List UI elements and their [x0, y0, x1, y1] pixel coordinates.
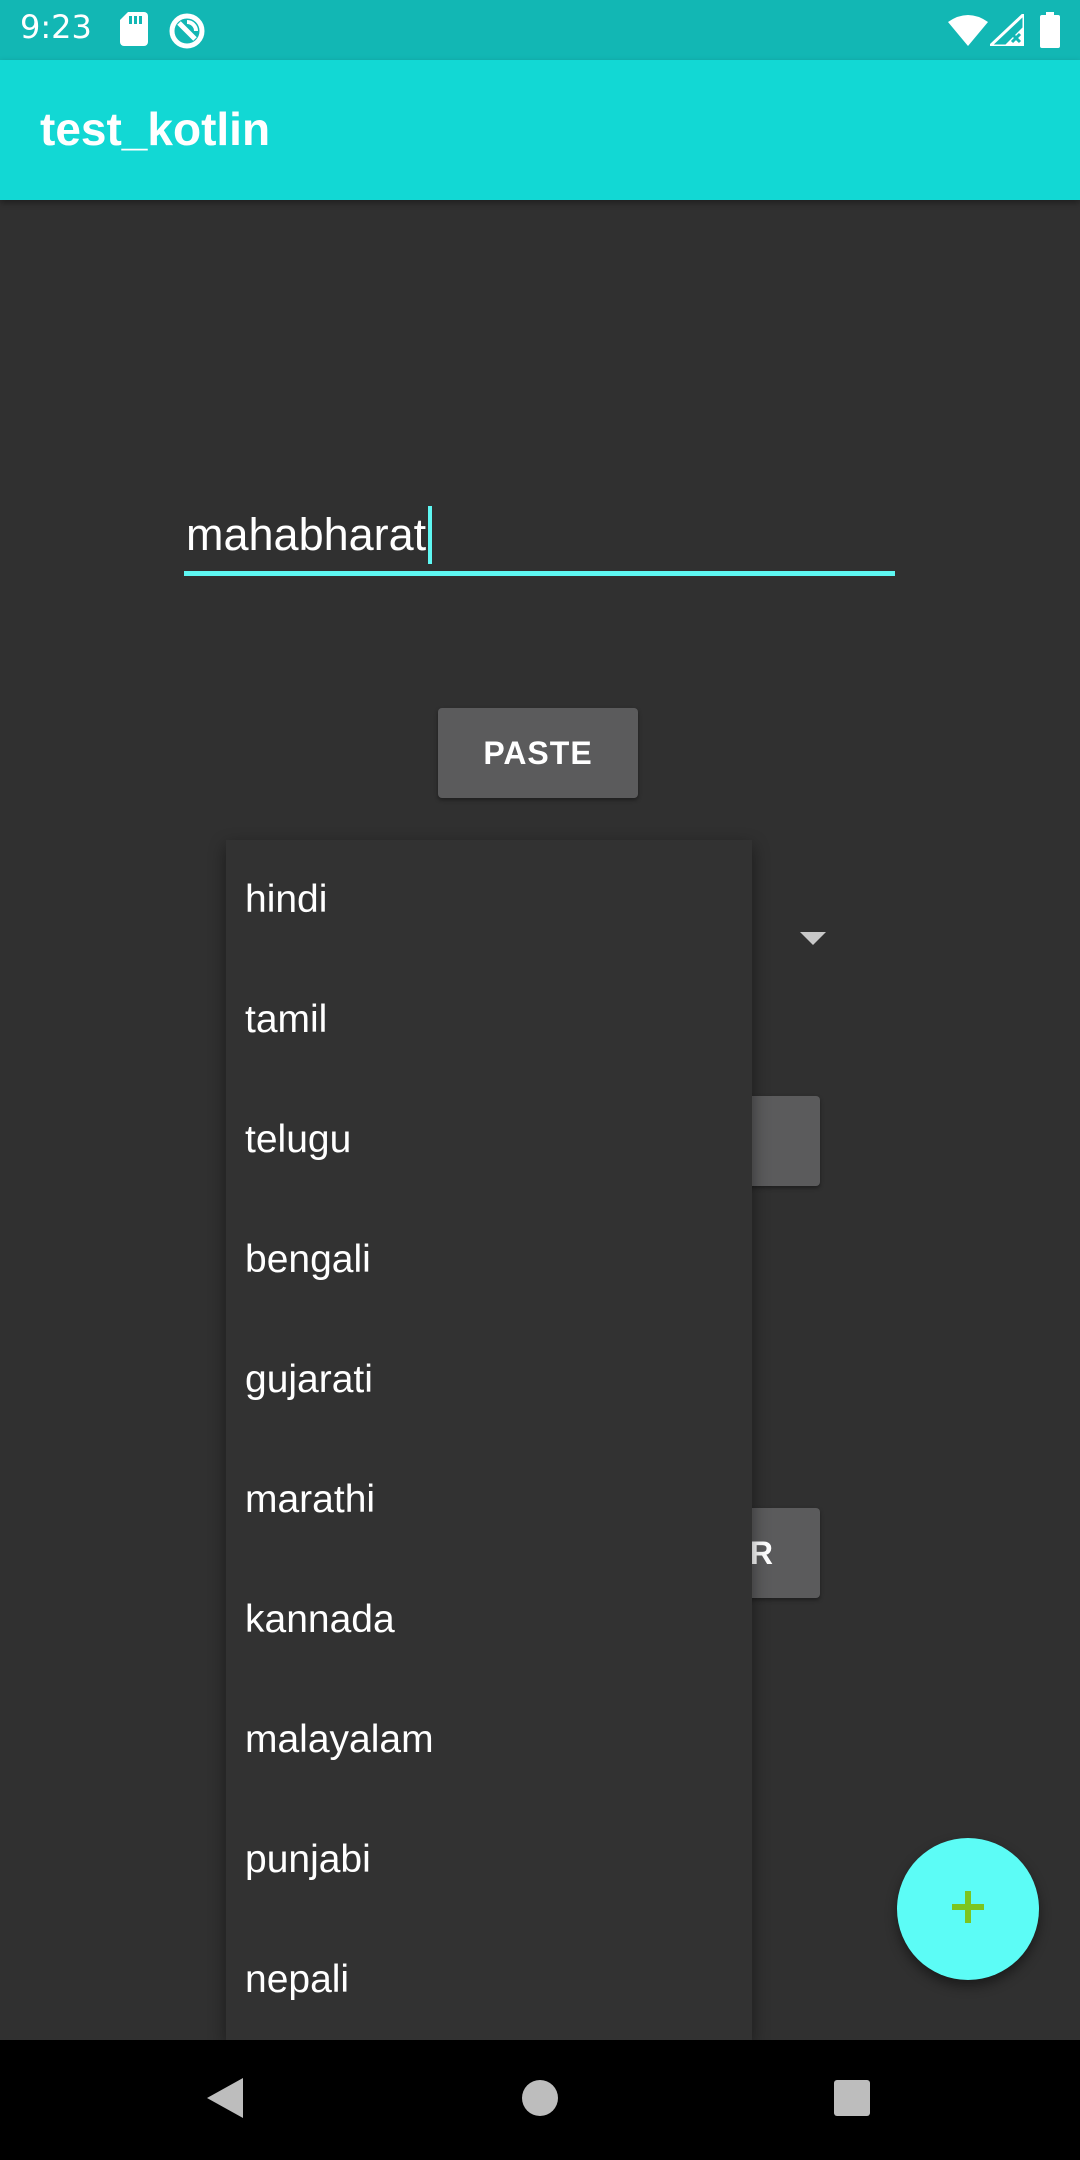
dropdown-item-kannada[interactable]: kannada [226, 1560, 752, 1680]
dropdown-item-tamil[interactable]: tamil [226, 960, 752, 1080]
dropdown-item-marathi[interactable]: marathi [226, 1440, 752, 1560]
dropdown-item-hindi[interactable]: hindi [226, 840, 752, 960]
screen: 9:23 test_kotlin mahabharat PASTE R hind… [0, 0, 1080, 2160]
status-time: 9:23 [20, 8, 92, 46]
text-input-value: mahabharat [186, 509, 427, 560]
text-input-underline [184, 571, 895, 576]
dropdown-item-telugu[interactable]: telugu [226, 1080, 752, 1200]
text-input-value-wrap: mahabharat [186, 506, 433, 564]
text-cursor [428, 506, 433, 564]
wifi-icon [948, 14, 988, 50]
plus-icon [950, 1889, 986, 1929]
dropdown-item-punjabi[interactable]: punjabi [226, 1800, 752, 1920]
home-icon [521, 2079, 559, 2121]
text-input-field[interactable]: mahabharat [184, 498, 895, 576]
status-bar: 9:23 [0, 0, 1080, 60]
home-button[interactable] [480, 2040, 600, 2160]
navigation-bar [0, 2040, 1080, 2160]
back-icon [205, 2076, 245, 2124]
dropdown-item-malayalam[interactable]: malayalam [226, 1680, 752, 1800]
add-fab-button[interactable] [897, 1838, 1039, 1980]
back-button[interactable] [165, 2040, 285, 2160]
dropdown-item-nepali[interactable]: nepali [226, 1920, 752, 2040]
language-dropdown-list: hindi tamil telugu bengali gujarati mara… [226, 840, 752, 2040]
recents-icon [833, 2079, 871, 2121]
recents-button[interactable] [792, 2040, 912, 2160]
dropdown-item-bengali[interactable]: bengali [226, 1200, 752, 1320]
dropdown-item-gujarati[interactable]: gujarati [226, 1320, 752, 1440]
sd-card-icon [120, 12, 148, 50]
app-bar: test_kotlin [0, 60, 1080, 200]
sync-circle-icon [168, 12, 206, 54]
battery-icon [1040, 12, 1060, 52]
obscured-button-label: R [749, 1534, 774, 1571]
paste-button[interactable]: PASTE [438, 708, 638, 798]
spinner-dropdown-arrow-icon[interactable] [800, 932, 826, 945]
app-title: test_kotlin [40, 103, 271, 155]
signal-icon [986, 10, 1026, 50]
